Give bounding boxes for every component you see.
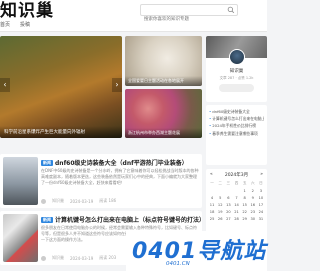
author-card: 知识巢 文章 287 · 点赞 1.2k xyxy=(206,36,267,102)
calendar-weekday: 五 xyxy=(242,181,247,185)
calendar-day[interactable]: 21 xyxy=(232,210,240,214)
calendar-day[interactable]: 4 xyxy=(208,196,216,200)
watermark-text: 0401导航站 xyxy=(132,239,267,264)
post-meta: 知识巢 2024-03-19 阅读 186 xyxy=(41,198,116,204)
slider-next-icon[interactable]: › xyxy=(112,78,122,92)
calendar-day[interactable]: 22 xyxy=(241,210,249,214)
author-avatar-icon xyxy=(41,198,46,204)
watermark-url: 0401.CN xyxy=(166,261,190,267)
calendar-weekday: 二 xyxy=(218,181,222,185)
slider-side-bottom[interactable]: 浙江杭州市举办西湖主题花展 xyxy=(125,89,202,138)
nav-item-home[interactable]: 首页 xyxy=(0,21,10,28)
search-icon[interactable] xyxy=(227,6,235,14)
calendar-weekday: 三 xyxy=(226,181,231,185)
calendar-header: « 2024年3月 » xyxy=(206,169,267,181)
post-card[interactable]: 新闻 dnf60级史诗装备大全（dnf平游热门毕业装备） 在DNF中60级的史诗装… xyxy=(0,154,202,208)
main-nav: 首页 投稿 xyxy=(0,21,30,28)
calendar-day[interactable]: 24 xyxy=(257,210,265,214)
calendar-day[interactable]: 6 xyxy=(224,196,232,200)
slider-prev-icon[interactable]: ‹ xyxy=(0,78,10,92)
calendar-day[interactable]: 7 xyxy=(232,196,240,200)
calendar-day[interactable]: 3 xyxy=(257,189,265,193)
calendar-day[interactable]: 28 xyxy=(232,217,240,221)
slider-side-top-caption[interactable]: 全国爱婴日主题活动在各地展开 xyxy=(125,76,202,86)
post-badge: 新闻 xyxy=(41,160,53,166)
author-stats: 文章 287 · 点赞 1.2k xyxy=(219,76,254,80)
calendar-day[interactable]: 11 xyxy=(208,203,216,207)
calendar-day[interactable]: 23 xyxy=(249,210,257,214)
search-box xyxy=(140,4,238,25)
calendar-day[interactable]: 8 xyxy=(241,196,249,200)
watermark-banner[interactable]: 0401导航站 0401.CN xyxy=(126,231,267,271)
post-title-text[interactable]: 计算机键号怎么打出来在电脑上（标点符号键号的打法） xyxy=(55,217,205,224)
hot-list-item[interactable]: 春季养生需要注意哪些事项 xyxy=(209,130,264,137)
calendar-weekday: 日 xyxy=(259,181,263,185)
slider-side-top[interactable]: 全国爱婴日主题活动在各地展开 xyxy=(125,36,202,86)
calendar-day[interactable]: 5 xyxy=(216,196,224,200)
author-avatar-icon xyxy=(41,255,46,261)
post-title-text[interactable]: dnf60级史诗装备大全（dnf平游热门毕业装备） xyxy=(55,160,188,167)
search-input[interactable] xyxy=(141,14,225,25)
calendar-day[interactable]: 10 xyxy=(257,196,265,200)
hot-list-item[interactable]: dnf60级史诗装备大全 xyxy=(209,108,264,115)
post-title[interactable]: 新闻 dnf60级史诗装备大全（dnf平游热门毕业装备） xyxy=(41,158,188,167)
nav-item-submit[interactable]: 投稿 xyxy=(20,21,30,28)
calendar-day xyxy=(232,189,240,193)
calendar-day[interactable]: 29 xyxy=(241,217,249,221)
post-views: 阅读 203 xyxy=(99,255,117,260)
slider-main-caption[interactable]: 科学前沿星系爆炸产生巨大能量向外辐射 xyxy=(0,126,122,138)
calendar-prev-icon[interactable]: « xyxy=(210,172,213,178)
post-excerpt: 在DNF中60级的史诗装备是一个分水岭，拥有了它意味着你可以轻松挑战当时版本的各… xyxy=(41,168,199,185)
calendar-day[interactable]: 12 xyxy=(216,203,224,207)
post-thumbnail[interactable] xyxy=(3,214,38,262)
author-name[interactable]: 知识巢 xyxy=(206,68,267,74)
calendar-day xyxy=(216,189,224,193)
calendar-day[interactable]: 14 xyxy=(232,203,240,207)
calendar-day[interactable]: 16 xyxy=(249,203,257,207)
post-date: 2024-03-19 xyxy=(70,255,94,261)
post-meta: 知识巢 2024-03-19 阅读 203 xyxy=(41,255,116,261)
calendar-day[interactable]: 18 xyxy=(208,210,216,214)
calendar-day[interactable]: 31 xyxy=(257,217,265,221)
calendar-day[interactable]: 1 xyxy=(241,189,249,193)
calendar-day xyxy=(224,189,232,193)
author-avatar[interactable] xyxy=(229,49,245,65)
post-author[interactable]: 知识巢 xyxy=(52,198,64,204)
post-author[interactable]: 知识巢 xyxy=(52,255,64,261)
post-views: 阅读 186 xyxy=(99,198,117,203)
calendar-weekday: 四 xyxy=(234,181,239,185)
calendar-day[interactable]: 20 xyxy=(224,210,232,214)
calendar-day[interactable]: 27 xyxy=(224,217,232,221)
hot-list-item[interactable]: 2024年手机性价比排行榜 xyxy=(209,122,264,129)
post-thumbnail[interactable] xyxy=(3,157,38,205)
calendar-weekday: 六 xyxy=(250,181,255,185)
site-header: 知识巢 首页 投稿 xyxy=(0,0,267,32)
calendar-day[interactable]: 19 xyxy=(216,210,224,214)
calendar-next-icon[interactable]: » xyxy=(260,172,263,178)
post-date: 2024-03-19 xyxy=(70,198,94,204)
calendar-day[interactable]: 9 xyxy=(249,196,257,200)
calendar-day xyxy=(208,189,216,193)
calendar-day[interactable]: 13 xyxy=(224,203,232,207)
calendar-day[interactable]: 15 xyxy=(241,203,249,207)
calendar-grid: 一二三四五六日 1 2 3 4 5 6 7 8 9 10 11 12 13 14 15 16 17 18 19 20 21… xyxy=(206,181,267,221)
hot-list: dnf60级史诗装备大全 计算机键号怎么打出来在电脑上 2024年手机性价比排行… xyxy=(206,105,267,165)
site-logo[interactable]: 知识巢 xyxy=(0,2,54,20)
slider-side-bottom-caption[interactable]: 浙江杭州市举办西湖主题花展 xyxy=(125,128,202,138)
calendar-day[interactable]: 26 xyxy=(216,217,224,221)
calendar-weekday: 一 xyxy=(210,181,214,185)
calendar-day[interactable]: 2 xyxy=(249,189,257,193)
calendar-title: 2024年3月 xyxy=(224,173,249,178)
post-title[interactable]: 新闻 计算机键号怎么打出来在电脑上（标点符号键号的打法） xyxy=(41,215,205,224)
calendar-day[interactable]: 25 xyxy=(208,217,216,221)
slider-main-image[interactable]: ‹ › 科学前沿星系爆炸产生巨大能量向外辐射 xyxy=(0,36,122,138)
hot-list-item[interactable]: 计算机键号怎么打出来在电脑上 xyxy=(209,115,264,122)
calendar-day[interactable]: 30 xyxy=(249,217,257,221)
post-badge: 新闻 xyxy=(41,217,53,223)
author-follow-button[interactable] xyxy=(219,84,254,92)
calendar-day[interactable]: 17 xyxy=(257,203,265,207)
